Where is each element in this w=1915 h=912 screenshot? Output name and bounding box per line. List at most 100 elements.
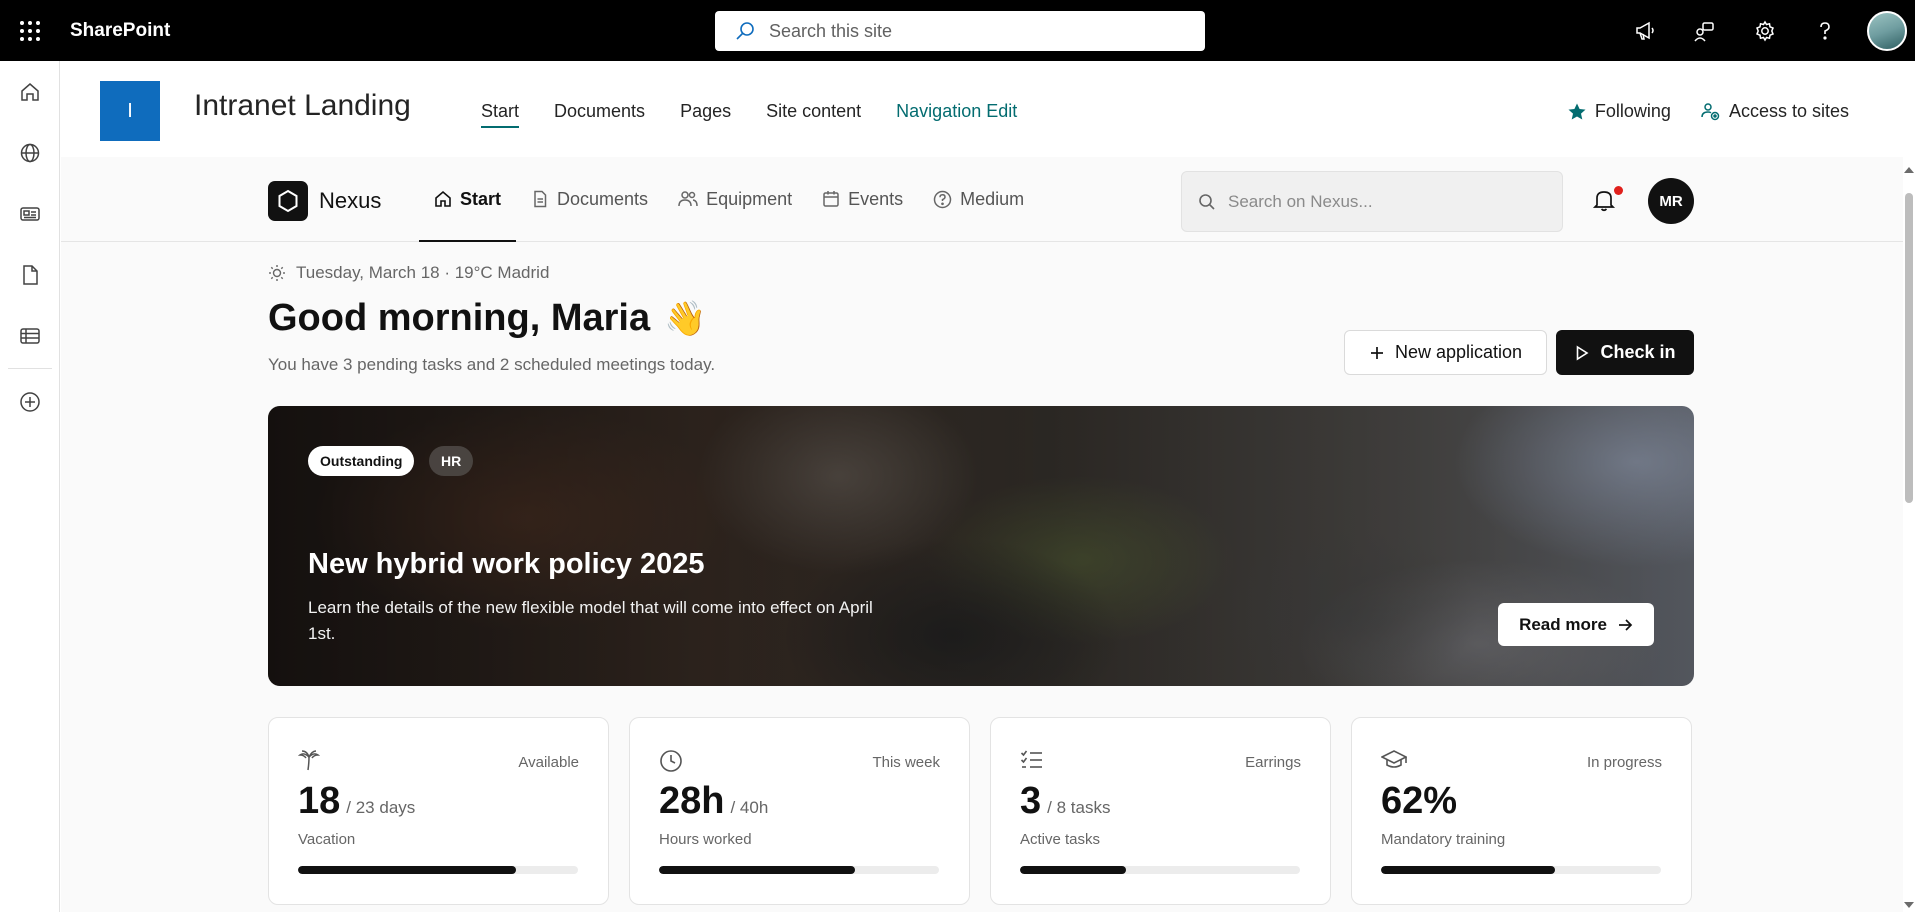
progress-fill (1381, 866, 1555, 874)
nexus-user-avatar[interactable]: MR (1648, 178, 1694, 224)
rail-divider (8, 368, 52, 369)
nexus-tab-medium[interactable]: Medium (918, 157, 1039, 241)
calendar-icon (823, 191, 839, 207)
site-navigation: Start Documents Pages Site content Navig… (481, 101, 1052, 128)
arrow-right-icon (1618, 618, 1633, 631)
nexus-tab-label: Events (848, 188, 904, 209)
site-nav-start[interactable]: Start (481, 101, 520, 128)
new-application-button[interactable]: New application (1344, 330, 1547, 375)
card-tag: Earrings (1245, 754, 1301, 771)
hexagon-icon (278, 189, 298, 213)
nexus-tab-label: Documents (557, 188, 649, 209)
card-tag: This week (872, 754, 940, 771)
read-more-label: Read more (1519, 614, 1607, 634)
suite-brand[interactable]: SharePoint (70, 20, 170, 42)
site-nav-edit[interactable]: Navigation Edit (896, 101, 1017, 128)
stat-card-training[interactable]: In progress 62% Mandatory training (1351, 717, 1692, 905)
people-icon (678, 191, 698, 207)
waving-hand-icon: 👋 (664, 299, 707, 338)
site-nav-pages[interactable]: Pages (680, 101, 731, 128)
following-label: Following (1594, 101, 1671, 121)
nexus-tab-documents[interactable]: Documents (516, 157, 663, 241)
card-value: 3 / 8 tasks (1020, 780, 1110, 823)
date-weather-line: Tuesday, March 18 · 19°C Madrid (268, 263, 549, 283)
progress-bar (1020, 866, 1300, 874)
tag-outstanding: Outstanding (308, 446, 415, 476)
card-value-number: 62% (1381, 780, 1458, 822)
card-value-total: / 23 days (346, 798, 416, 817)
following-button[interactable]: Following (1567, 101, 1671, 122)
suite-bar: SharePoint Search this site (0, 0, 1915, 61)
scroll-down-arrow[interactable] (1904, 902, 1914, 908)
site-logo[interactable]: I (100, 81, 160, 141)
progress-bar (659, 866, 939, 874)
check-in-label: Check in (1600, 342, 1676, 362)
rail-sites[interactable] (0, 122, 60, 183)
home-icon (435, 190, 451, 207)
stat-card-vacation[interactable]: Available 18 / 23 days Vacation (268, 717, 609, 905)
nexus-name[interactable]: Nexus (319, 188, 381, 214)
rail-create[interactable] (0, 371, 60, 432)
site-nav-site-content[interactable]: Site content (766, 101, 861, 128)
card-value-number: 3 (1020, 780, 1042, 822)
progress-bar (1381, 866, 1661, 874)
rail-news[interactable] (0, 183, 60, 244)
megaphone-icon (1636, 21, 1654, 40)
user-avatar[interactable] (1867, 10, 1907, 51)
feedback-button[interactable] (1675, 0, 1735, 61)
site-nav-documents[interactable]: Documents (554, 101, 645, 128)
check-in-button[interactable]: Check in (1556, 330, 1694, 375)
rail-lists[interactable] (0, 305, 60, 366)
search-icon (736, 22, 754, 40)
card-label: Active tasks (1020, 831, 1101, 848)
nexus-search-placeholder: Search on Nexus... (1228, 191, 1373, 211)
rail-files[interactable] (0, 244, 60, 305)
add-circle-icon (20, 391, 40, 412)
sun-icon (269, 265, 285, 281)
suite-search-box[interactable]: Search this site (715, 11, 1205, 51)
card-value-number: 28h (659, 780, 725, 822)
nexus-logo[interactable] (268, 181, 308, 221)
nexus-tab-events[interactable]: Events (807, 157, 918, 241)
help-circle-icon (933, 190, 952, 208)
scroll-up-arrow[interactable] (1904, 167, 1914, 173)
plus-icon (1370, 346, 1383, 359)
page-scrollbar[interactable] (1903, 157, 1915, 912)
card-value: 18 / 23 days (298, 780, 415, 823)
stat-card-tasks[interactable]: Earrings 3 / 8 tasks Active tasks (990, 717, 1331, 905)
play-icon (1577, 345, 1589, 360)
progress-bar (298, 866, 578, 874)
megaphone-button[interactable] (1615, 0, 1675, 61)
settings-button[interactable] (1735, 0, 1795, 61)
rail-home[interactable] (0, 61, 60, 122)
card-label: Mandatory training (1381, 831, 1506, 848)
app-launcher-button[interactable] (0, 0, 60, 61)
site-title[interactable]: Intranet Landing (194, 89, 411, 123)
help-button[interactable] (1795, 0, 1855, 61)
access-to-sites-button[interactable]: Access to sites (1701, 101, 1849, 122)
checklist-icon (1020, 750, 1042, 768)
notification-dot (1614, 186, 1623, 195)
greeting-subtitle: You have 3 pending tasks and 2 scheduled… (268, 355, 716, 374)
greeting-heading: Good morning, Maria 👋 (268, 297, 706, 340)
nexus-search-input[interactable]: Search on Nexus... (1181, 171, 1563, 232)
card-tag: In progress (1586, 754, 1662, 771)
gear-icon (1756, 20, 1774, 41)
hero-banner[interactable]: Outstanding HR New hybrid work policy 20… (268, 406, 1694, 686)
globe-icon (20, 143, 40, 162)
read-more-button[interactable]: Read more (1498, 603, 1654, 646)
nexus-tab-equipment[interactable]: Equipment (663, 157, 807, 241)
page-content: Nexus Start Documents Equipment Events M… (61, 157, 1903, 912)
hero-description: Learn the details of the new flexible mo… (308, 598, 873, 643)
people-settings-icon (1701, 102, 1720, 120)
stat-cards: Available 18 / 23 days Vacation This wee… (268, 717, 1694, 905)
scroll-thumb[interactable] (1905, 193, 1913, 503)
nexus-tab-start[interactable]: Start (419, 157, 517, 242)
card-label: Hours worked (659, 831, 752, 848)
new-application-label: New application (1394, 342, 1523, 362)
stat-card-hours[interactable]: This week 28h / 40h Hours worked (629, 717, 970, 905)
card-value-number: 18 (298, 780, 341, 822)
card-label: Vacation (298, 831, 356, 848)
card-value: 62% (1381, 780, 1463, 823)
card-tag: Available (518, 754, 579, 771)
